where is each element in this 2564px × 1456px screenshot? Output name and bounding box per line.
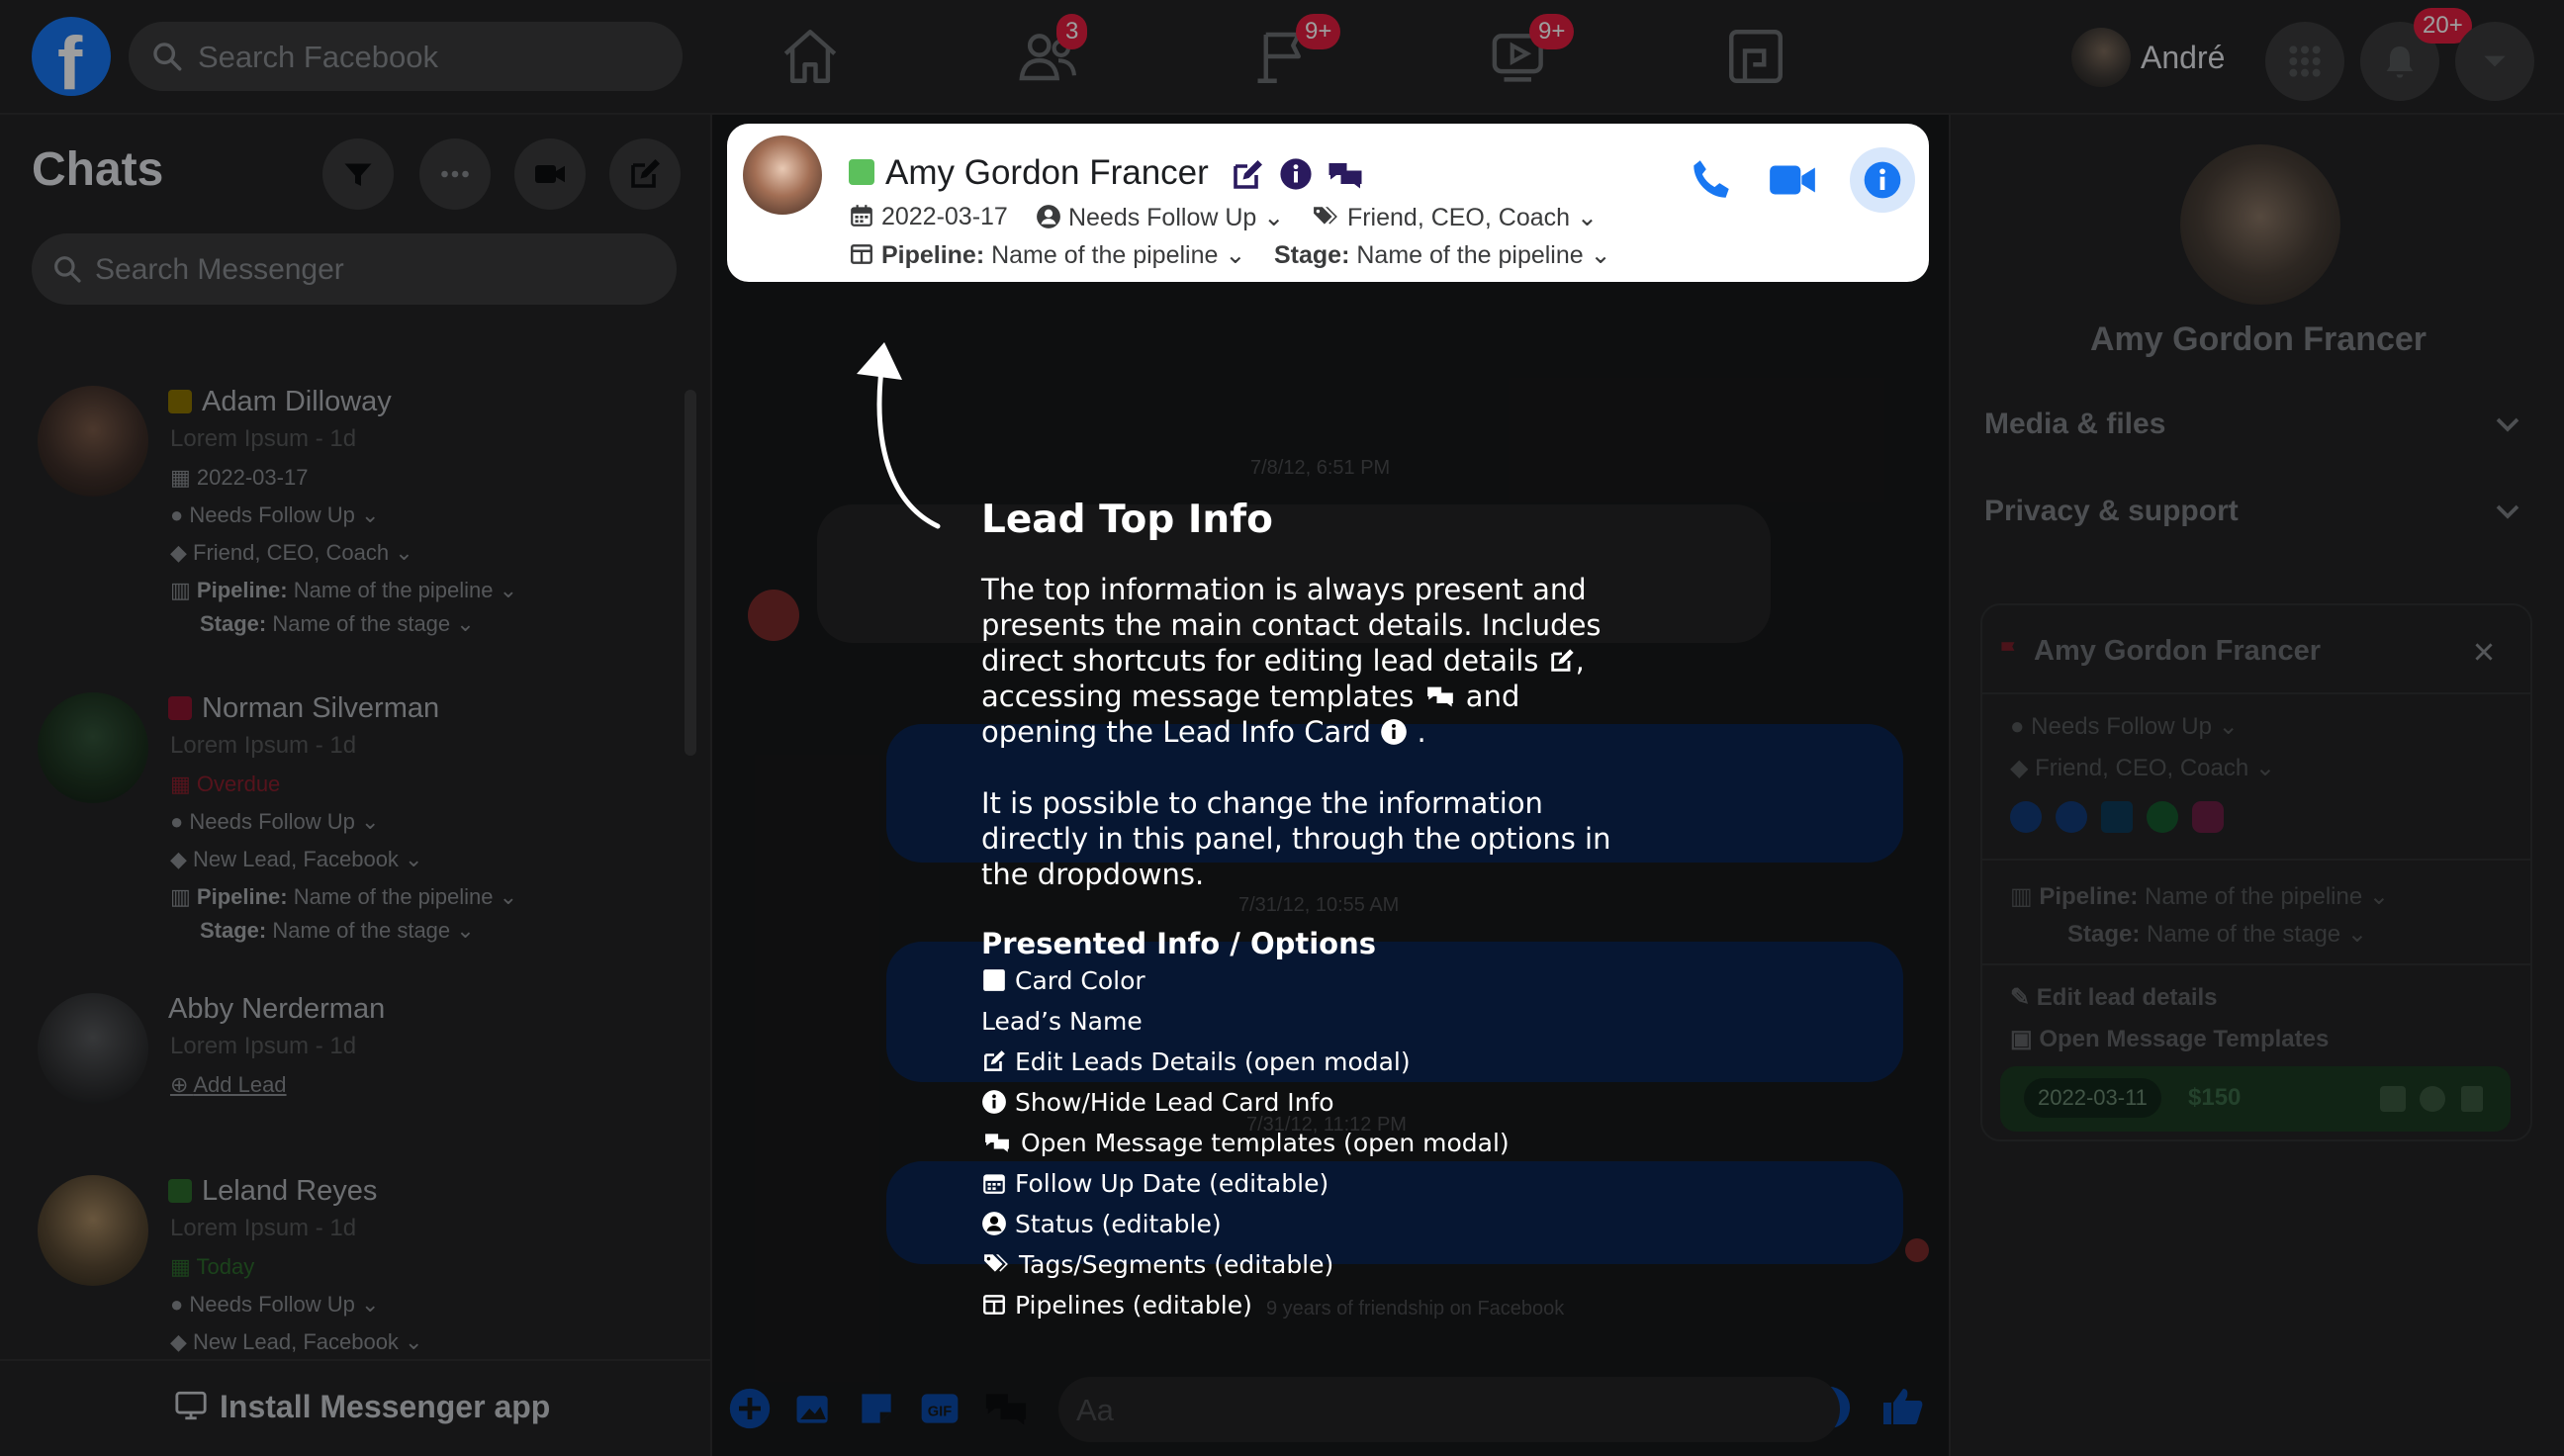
option-show-hide: Show/Hide Lead Card Info [981, 1088, 1334, 1117]
lead-name: Amy Gordon Francer [885, 153, 1209, 192]
lead-top-info-header: Amy Gordon Francer 2022-03-17 Needs Foll… [727, 124, 1929, 282]
chevron-down-icon: ⌄ [1263, 204, 1285, 231]
tags-icon [984, 1254, 1008, 1272]
edit-icon [984, 1050, 1005, 1071]
option-card-color: Card Color [981, 966, 1145, 995]
phone-icon[interactable] [1687, 155, 1736, 205]
tags-icon [1314, 207, 1337, 225]
status-dropdown[interactable]: Needs Follow Up ⌄ [1036, 203, 1284, 232]
tutorial-title: Lead Top Info [981, 498, 1273, 542]
pipeline-icon [983, 1295, 1005, 1315]
video-call-icon[interactable] [1766, 155, 1819, 205]
info-icon [1864, 161, 1901, 199]
options-title: Presented Info / Options [981, 927, 1376, 960]
info-icon [1381, 719, 1408, 745]
message-templates-icon[interactable] [1325, 157, 1366, 193]
option-pipelines: Pipelines (editable) [981, 1291, 1252, 1320]
chevron-down-icon: ⌄ [1577, 204, 1598, 231]
callout-arrow [857, 342, 941, 529]
follow-up-date-field[interactable]: 2022-03-17 [849, 203, 1008, 231]
calendar-icon [983, 1174, 1005, 1194]
edit-lead-icon[interactable] [1230, 157, 1265, 193]
message-templates-icon [985, 1134, 1009, 1152]
tags-dropdown[interactable]: Friend, CEO, Coach ⌄ [1311, 203, 1598, 232]
option-edit-lead: Edit Leads Details (open modal) [981, 1047, 1411, 1076]
chevron-down-icon: ⌄ [1225, 241, 1246, 269]
stage-dropdown[interactable]: Stage: Name of the pipeline ⌄ [1274, 240, 1611, 270]
option-follow-up-date: Follow Up Date (editable) [981, 1169, 1328, 1198]
user-circle-icon [982, 1212, 1006, 1235]
option-status: Status (editable) [981, 1210, 1222, 1238]
option-message-templates: Open Message templates (open modal) [981, 1129, 1510, 1157]
calendar-icon [851, 205, 872, 227]
option-tags: Tags/Segments (editable) [981, 1250, 1333, 1279]
user-circle-icon [1037, 205, 1060, 228]
tutorial-paragraph-2: It is possible to change the information… [981, 786, 1611, 891]
info-icon[interactable] [1279, 157, 1313, 191]
tutorial-body: The top information is always present an… [981, 572, 1614, 892]
option-lead-name: Lead’s Name [981, 1007, 1143, 1036]
edit-icon [1550, 649, 1574, 672]
info-icon [982, 1090, 1006, 1114]
chevron-down-icon: ⌄ [1590, 241, 1611, 269]
pipeline-dropdown[interactable]: Pipeline: Name of the pipeline ⌄ [849, 240, 1245, 270]
lead-avatar[interactable] [743, 136, 822, 215]
square-icon [983, 969, 1005, 991]
pipeline-icon [851, 244, 872, 264]
tutorial-paragraph-1: The top information is always present an… [981, 573, 1602, 749]
card-color-swatch[interactable] [849, 159, 874, 185]
message-templates-icon [1426, 686, 1453, 707]
lead-info-toggle-button[interactable] [1850, 147, 1915, 213]
